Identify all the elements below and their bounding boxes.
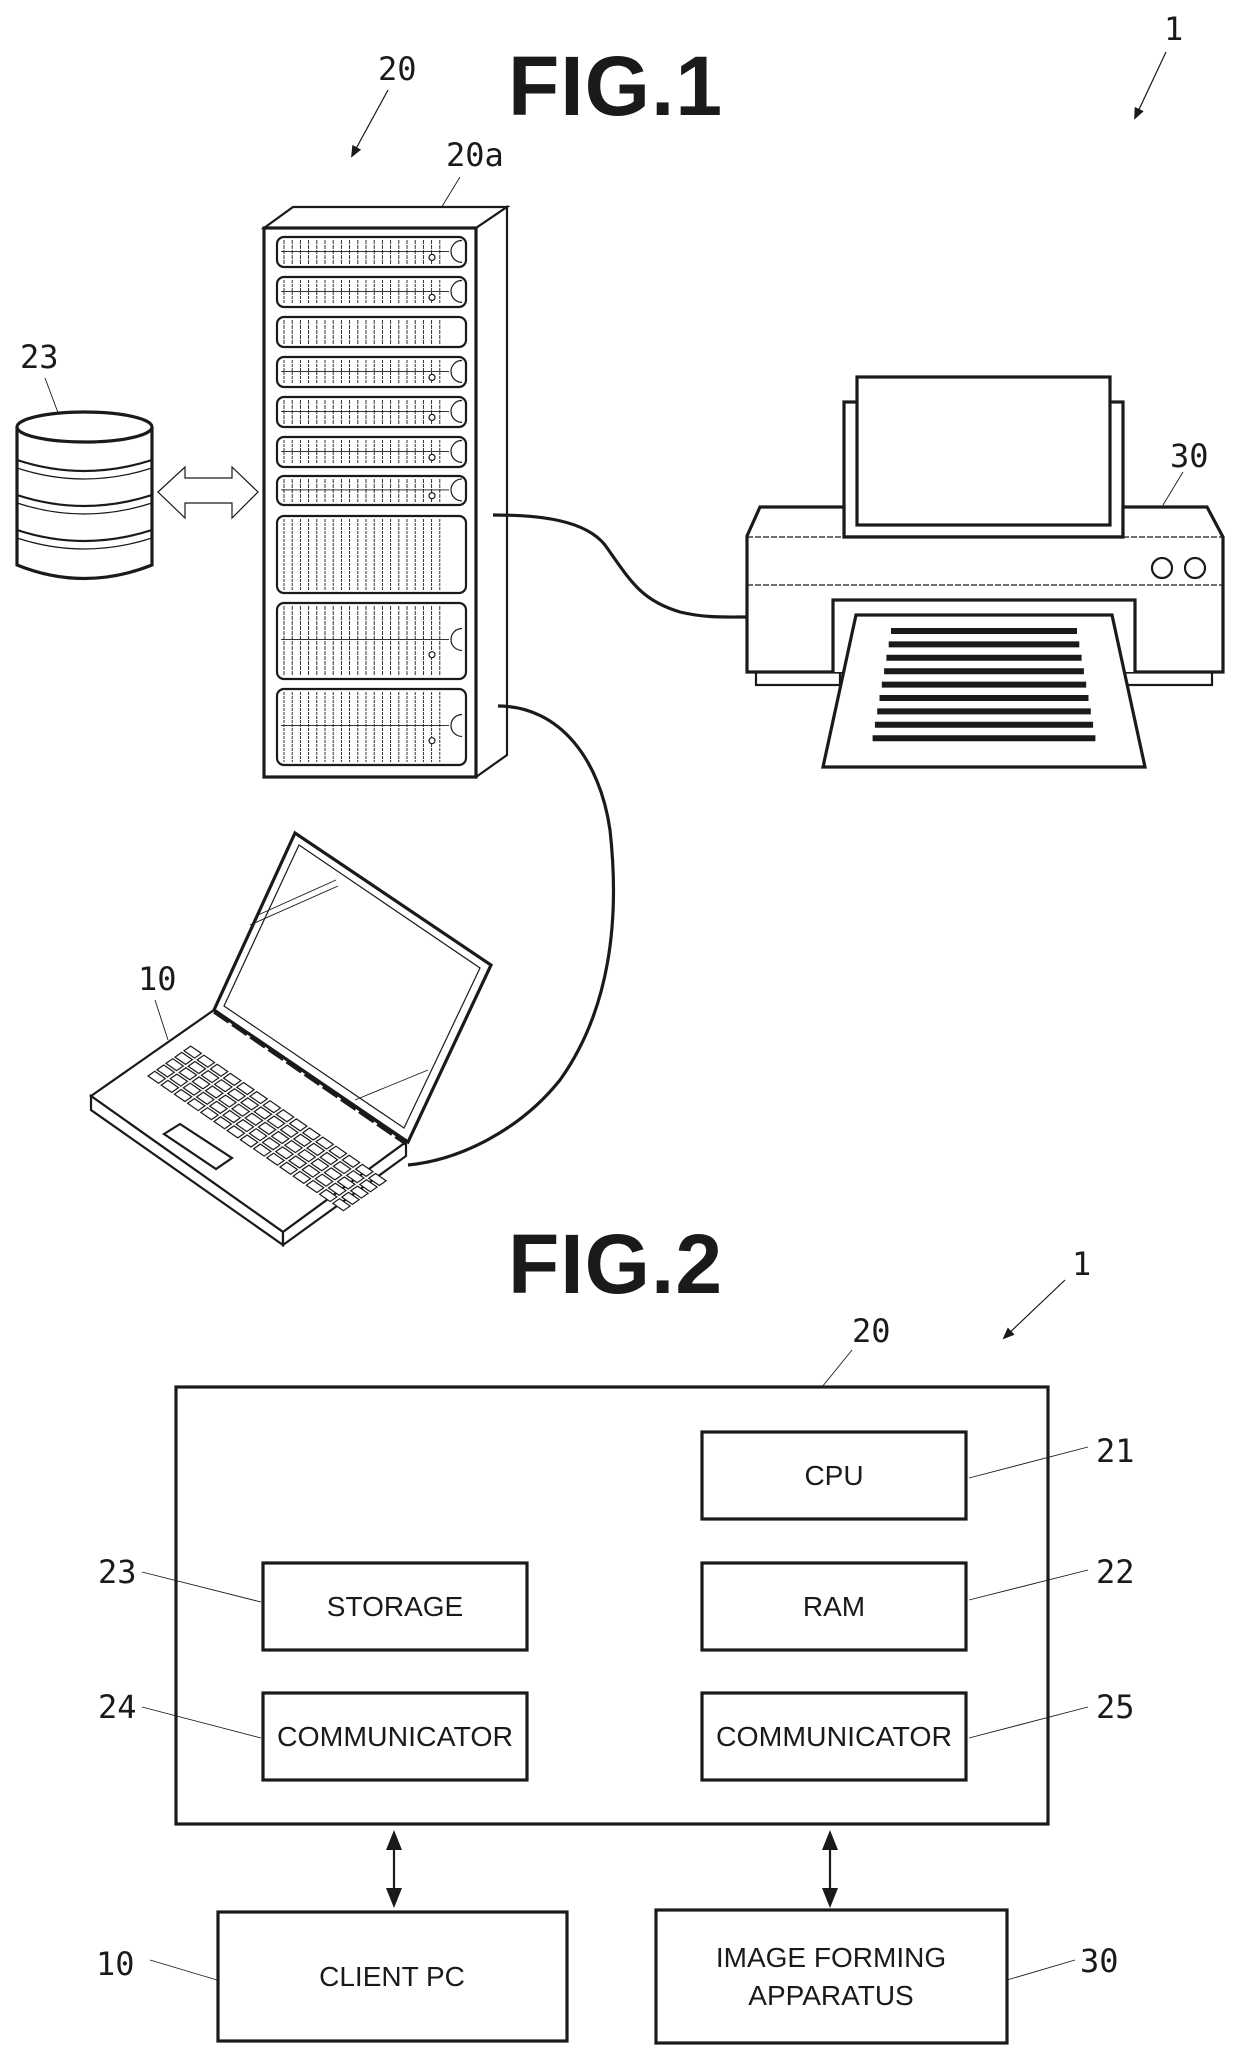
ram-block: RAM bbox=[700, 1561, 968, 1652]
drive-bay bbox=[275, 601, 468, 681]
storage-ref: 23 bbox=[98, 1553, 137, 1591]
cpu-label: CPU bbox=[804, 1460, 863, 1491]
communicator-right-label: COMMUNICATOR bbox=[716, 1721, 952, 1752]
printer-knob-1 bbox=[1150, 556, 1174, 580]
drive-bay bbox=[275, 235, 468, 269]
fig1: FIG.1 1 20 20a 23 30 10 bbox=[15, 10, 1225, 1248]
fig2-system-ref-arrow bbox=[1002, 1279, 1066, 1340]
storage-block: STORAGE bbox=[261, 1561, 529, 1652]
fig2-server-ref: 20 bbox=[852, 1312, 891, 1350]
drive-bay bbox=[275, 435, 468, 469]
patent-figures: FIG.1 1 20 20a 23 30 10 FIG.2 1 20 CPU 2… bbox=[15, 10, 1225, 2045]
printer-knob-2 bbox=[1183, 556, 1207, 580]
fig2-title: FIG.2 bbox=[508, 1217, 723, 1311]
fig1-title: FIG.1 bbox=[508, 39, 723, 133]
fig1-system-ref: 1 bbox=[1164, 10, 1183, 48]
fig2-system-ref: 1 bbox=[1072, 1245, 1091, 1283]
client-pc-label: CLIENT PC bbox=[319, 1961, 465, 1992]
fig1-printer-ref-leader bbox=[1162, 471, 1184, 506]
ram-label: RAM bbox=[803, 1591, 865, 1622]
fig1-printer-ref: 30 bbox=[1170, 437, 1209, 475]
communicator-left-ref: 24 bbox=[98, 1688, 137, 1726]
fig1-system-ref-arrow bbox=[1134, 51, 1167, 120]
drive-bay bbox=[275, 275, 468, 309]
bidirectional-arrow-printer bbox=[822, 1830, 838, 1908]
fig1-server-ref-arrow bbox=[351, 89, 389, 158]
client-pc-block: CLIENT PC bbox=[216, 1910, 569, 2043]
drive-bay bbox=[275, 474, 468, 507]
communicator-right-ref: 25 bbox=[1096, 1688, 1135, 1726]
image-forming-block: IMAGE FORMING APPARATUS bbox=[654, 1908, 1009, 2045]
bidirectional-arrow-icon bbox=[157, 465, 259, 520]
communicator-right-block: COMMUNICATOR bbox=[700, 1691, 968, 1782]
drive-bay bbox=[275, 687, 468, 767]
image-forming-ref-leader bbox=[1006, 1959, 1076, 1981]
fig1-client-ref-leader bbox=[154, 999, 169, 1041]
server-rack-icon bbox=[260, 204, 511, 780]
storage-label: STORAGE bbox=[327, 1591, 463, 1622]
fig2: FIG.2 1 20 CPU 21 RAM 22 COMMUNICATOR 25 bbox=[96, 1217, 1135, 2045]
fig1-storage-ref: 23 bbox=[20, 338, 59, 376]
fig1-server-ref: 20 bbox=[378, 50, 417, 88]
drive-bay bbox=[275, 315, 468, 349]
ram-ref: 22 bbox=[1096, 1553, 1135, 1591]
image-forming-label-line1: IMAGE FORMING bbox=[716, 1942, 946, 1973]
fig1-rack-ref: 20a bbox=[446, 136, 504, 174]
cpu-ref: 21 bbox=[1096, 1432, 1135, 1470]
cable-server-printer bbox=[492, 513, 748, 619]
printed-page bbox=[821, 613, 1147, 769]
drive-bay bbox=[275, 514, 468, 595]
drive-bay bbox=[275, 355, 468, 389]
bidirectional-arrow-client bbox=[386, 1830, 402, 1908]
drive-bay bbox=[275, 395, 468, 429]
cpu-block: CPU bbox=[700, 1430, 968, 1521]
database-icon bbox=[15, 410, 154, 581]
fig2-server-ref-leader bbox=[821, 1349, 853, 1388]
communicator-left-label: COMMUNICATOR bbox=[277, 1721, 513, 1752]
client-pc-ref: 10 bbox=[96, 1945, 135, 1983]
printer-icon bbox=[745, 375, 1225, 769]
laptop-icon bbox=[89, 830, 494, 1248]
image-forming-ref: 30 bbox=[1080, 1942, 1119, 1980]
fig1-client-ref: 10 bbox=[138, 960, 177, 998]
image-forming-label-line2: APPARATUS bbox=[748, 1980, 913, 2011]
communicator-left-block: COMMUNICATOR bbox=[261, 1691, 529, 1782]
client-pc-ref-leader bbox=[149, 1959, 218, 1981]
